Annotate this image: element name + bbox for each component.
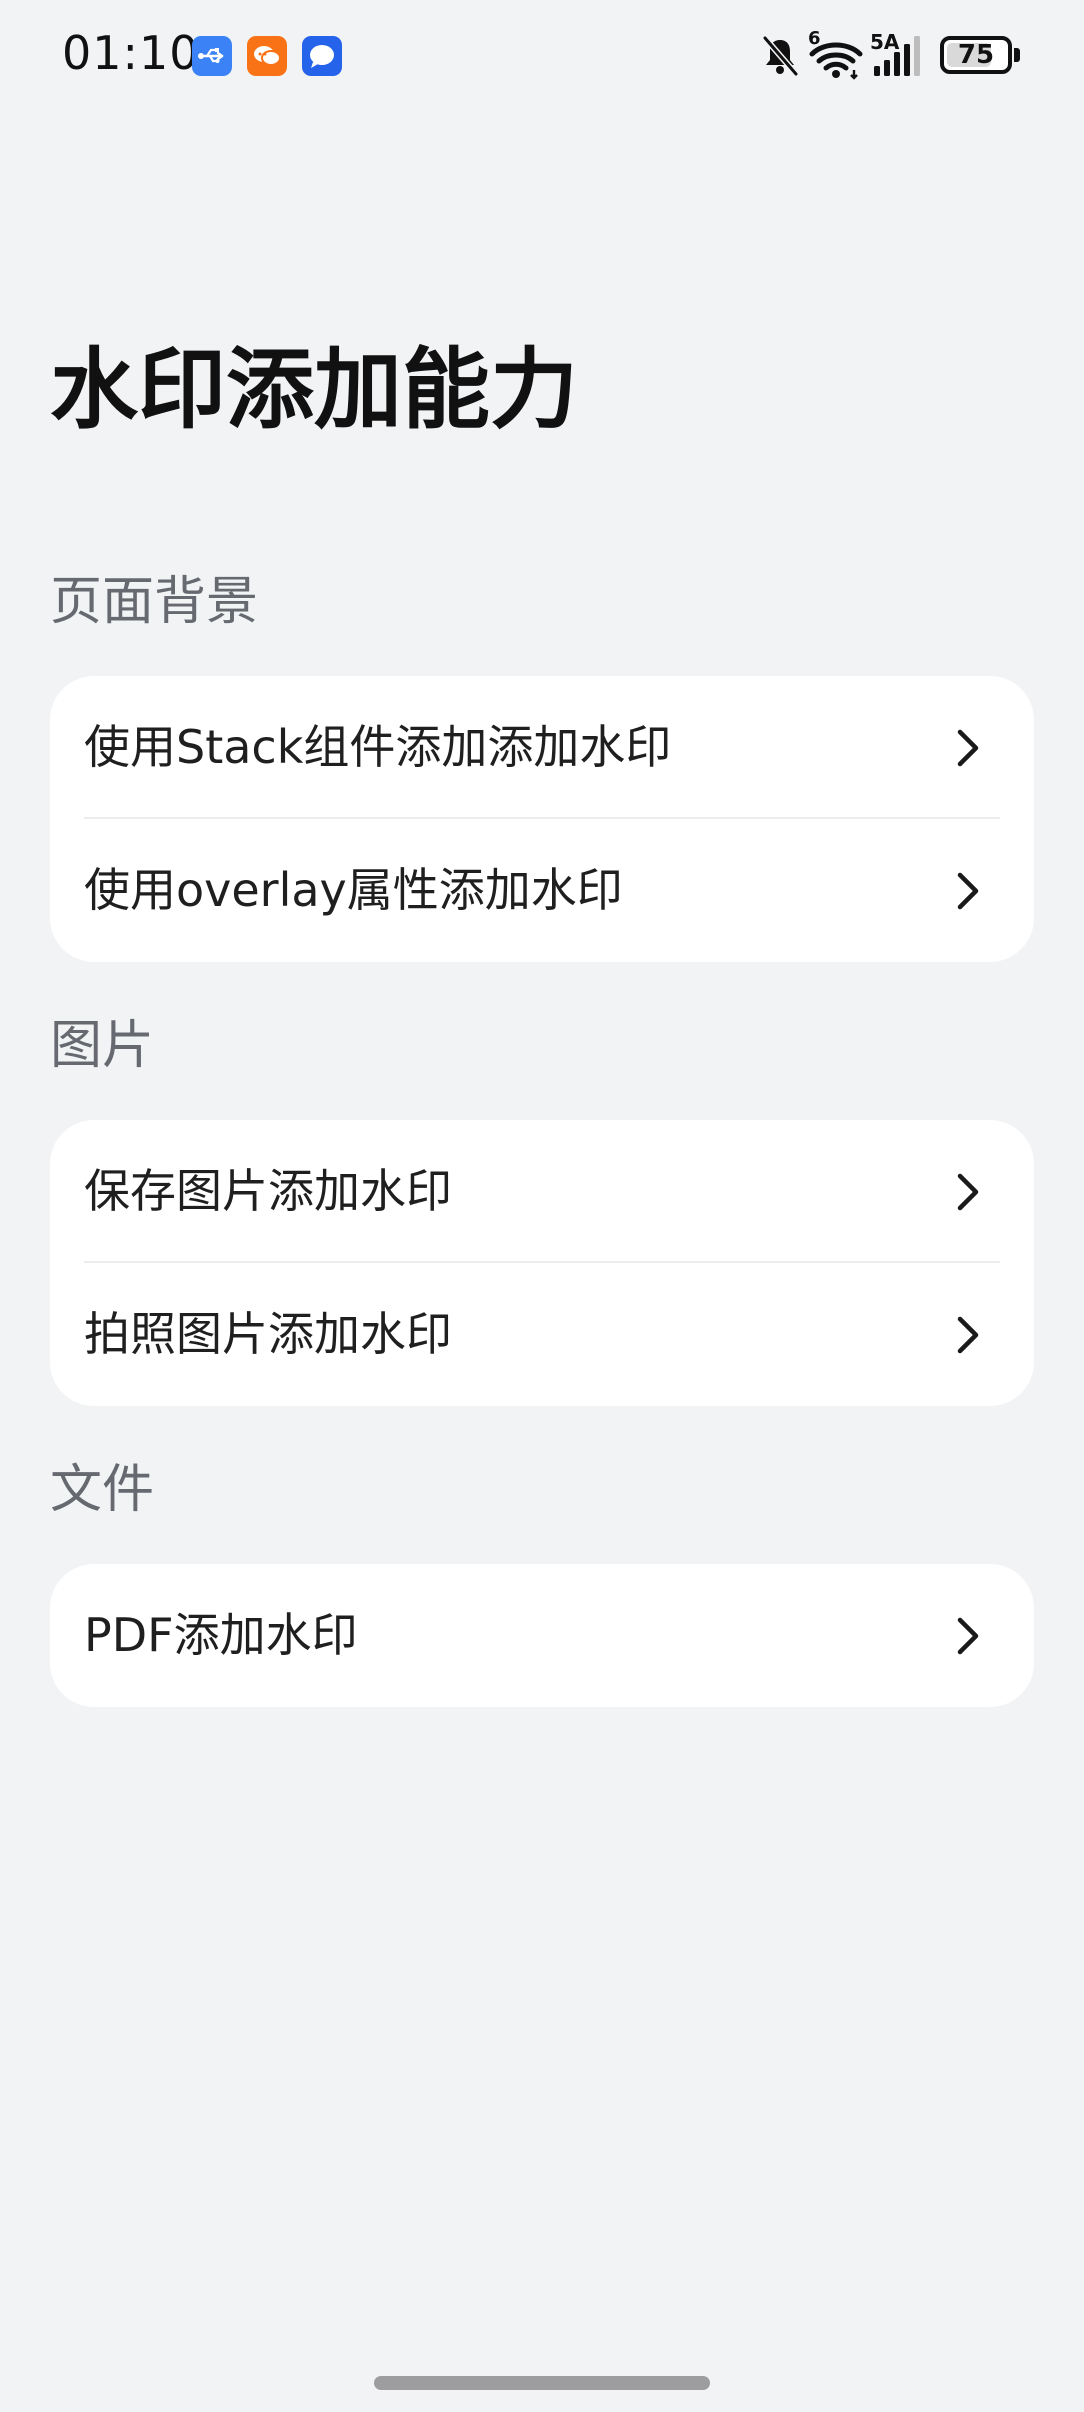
chevron-right-icon	[950, 1614, 986, 1658]
chevron-right-icon	[950, 1313, 986, 1357]
list-item-camera-image-watermark[interactable]: 拍照图片添加水印	[50, 1263, 1034, 1406]
list-item-label: 保存图片添加水印	[84, 1164, 452, 1218]
card-image: 保存图片添加水印 拍照图片添加水印	[50, 1120, 1034, 1406]
battery-tip	[1014, 48, 1020, 62]
wifi-badge: 6	[808, 28, 821, 49]
section-title-image: 图片	[50, 1016, 155, 1076]
card-file: PDF添加水印	[50, 1564, 1034, 1707]
list-item-overlay-watermark[interactable]: 使用overlay属性添加水印	[50, 819, 1034, 962]
status-time: 01:10	[62, 26, 200, 80]
chevron-right-icon	[950, 869, 986, 913]
list-item-label: PDF添加水印	[84, 1608, 358, 1662]
home-indicator[interactable]	[374, 2376, 710, 2390]
list-item-label: 使用overlay属性添加水印	[84, 863, 623, 917]
list-item-label: 使用Stack组件添加添加水印	[84, 720, 672, 774]
section-title-page-background: 页面背景	[50, 572, 259, 632]
status-bar: 01:10 6 5A 75	[0, 0, 1084, 110]
chevron-right-icon	[950, 726, 986, 770]
list-item-stack-watermark[interactable]: 使用Stack组件添加添加水印	[50, 676, 1034, 819]
page-title: 水印添加能力	[50, 338, 579, 441]
bell-muted-icon	[760, 32, 800, 80]
chat-bubble-icon	[247, 36, 287, 76]
message-icon	[302, 36, 342, 76]
card-page-background: 使用Stack组件添加添加水印 使用overlay属性添加水印	[50, 676, 1034, 962]
list-item-save-image-watermark[interactable]: 保存图片添加水印	[50, 1120, 1034, 1263]
signal-icon	[872, 32, 924, 80]
chevron-right-icon	[950, 1170, 986, 1214]
list-item-pdf-watermark[interactable]: PDF添加水印	[50, 1564, 1034, 1707]
usb-icon	[192, 36, 232, 76]
battery-level: 75	[957, 40, 995, 70]
section-title-file: 文件	[50, 1460, 155, 1520]
list-item-label: 拍照图片添加水印	[84, 1307, 452, 1361]
battery-indicator: 75	[940, 36, 1012, 74]
